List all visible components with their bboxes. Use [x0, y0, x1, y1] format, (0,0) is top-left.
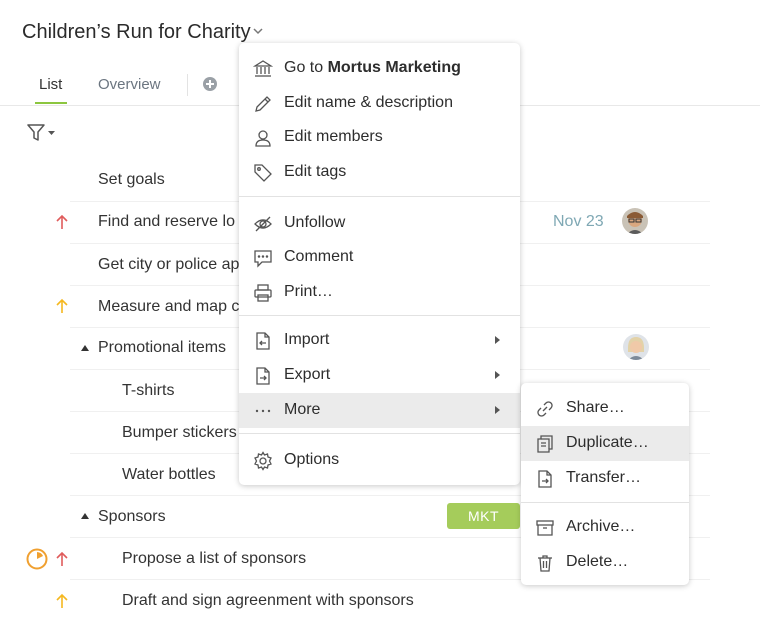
menu-item-archive[interactable]: Archive… [521, 510, 689, 545]
menu-item-edit-tags[interactable]: Edit tags [239, 155, 520, 190]
chevron-down-icon [48, 131, 55, 135]
menu-item-go-to[interactable]: Go to Mortus Marketing [239, 51, 520, 86]
menu-item-label: Duplicate… [566, 434, 649, 451]
pencil-icon [253, 94, 273, 114]
priority-medium-icon[interactable] [56, 298, 68, 314]
comment-icon [253, 248, 273, 268]
menu-item-label: Comment [284, 248, 354, 265]
collapse-triangle-icon[interactable] [81, 513, 89, 519]
task-name[interactable]: T-shirts [122, 382, 174, 400]
task-name[interactable]: Get city or police ap [98, 256, 239, 274]
menu-item-duplicate[interactable]: Duplicate… [521, 426, 689, 461]
tab-overview[interactable]: Overview [98, 76, 161, 93]
menu-item-label: Edit members [284, 128, 383, 145]
tag-icon [253, 163, 273, 183]
menu-divider [239, 196, 520, 197]
menu-item-label: Archive… [566, 518, 636, 535]
import-icon [253, 331, 273, 351]
menu-item-label: Delete… [566, 553, 629, 570]
menu-item-share[interactable]: Share… [521, 391, 689, 426]
tab-divider [187, 74, 188, 96]
menu-item-delete[interactable]: Delete… [521, 545, 689, 580]
menu-item-label: Share… [566, 399, 625, 416]
menu-item-go-to-target: Mortus Marketing [327, 59, 461, 76]
menu-item-print[interactable]: Print… [239, 275, 520, 310]
filter-button[interactable] [27, 124, 59, 142]
printer-icon [253, 283, 273, 303]
menu-item-edit-name[interactable]: Edit name & description [239, 86, 520, 121]
context-menu: Go to Mortus Marketing Edit name & descr… [239, 43, 520, 485]
active-tab-indicator [35, 102, 67, 104]
timer-icon[interactable] [26, 548, 48, 570]
submenu-arrow-icon [495, 336, 500, 344]
export-icon [253, 366, 273, 386]
menu-divider [521, 502, 689, 503]
task-name[interactable]: Water bottles [122, 466, 216, 484]
priority-high-icon[interactable] [56, 214, 68, 230]
menu-item-label: Import [284, 331, 330, 348]
task-name[interactable]: Find and reserve lo [98, 213, 235, 231]
priority-medium-icon[interactable] [56, 593, 68, 609]
menu-item-label: Unfollow [284, 214, 346, 231]
due-date[interactable]: Nov 23 [553, 213, 604, 231]
bank-icon [253, 59, 273, 79]
archive-icon [535, 518, 555, 538]
menu-item-label: Print… [284, 283, 333, 300]
task-name[interactable]: Set goals [98, 171, 165, 189]
avatar[interactable] [623, 334, 649, 360]
menu-item-label: Transfer… [566, 469, 641, 486]
gear-icon [253, 451, 273, 471]
filter-icon [27, 124, 45, 141]
ellipsis-icon [253, 401, 273, 421]
group-name[interactable]: Promotional items [98, 339, 226, 357]
submenu-arrow-icon [495, 406, 500, 414]
link-icon [535, 399, 555, 419]
menu-item-go-to-prefix: Go to [284, 59, 328, 76]
tab-list[interactable]: List [39, 76, 62, 93]
menu-item-export[interactable]: Export [239, 358, 520, 393]
task-name[interactable]: Draft and sign agreenment with sponsors [122, 592, 414, 610]
menu-item-label: Edit tags [284, 163, 347, 180]
trash-icon [535, 553, 555, 573]
chevron-down-icon[interactable] [252, 26, 264, 36]
menu-item-label: Edit name & description [284, 94, 453, 111]
tag-badge[interactable]: MKT [447, 503, 520, 529]
menu-item-label: More [284, 401, 321, 418]
task-name[interactable]: Measure and map c [98, 298, 239, 316]
menu-item-label: Options [284, 451, 340, 468]
eye-off-icon [253, 214, 273, 234]
project-title[interactable]: Children’s Run for Charity [22, 21, 251, 44]
duplicate-icon [535, 434, 555, 454]
submenu-arrow-icon [495, 371, 500, 379]
menu-divider [239, 433, 520, 434]
collapse-triangle-icon[interactable] [81, 345, 89, 351]
more-submenu: Share… Duplicate… Transfer… Archive… Del… [521, 383, 689, 585]
task-name[interactable]: Propose a list of sponsors [122, 550, 306, 568]
priority-high-icon[interactable] [56, 551, 68, 567]
task-name[interactable]: Bumper stickers [122, 424, 237, 442]
menu-item-comment[interactable]: Comment [239, 240, 520, 275]
menu-item-label: Export [284, 366, 331, 383]
menu-item-import[interactable]: Import [239, 323, 520, 358]
user-icon [253, 128, 273, 148]
add-tab-icon[interactable] [203, 77, 217, 91]
transfer-icon [535, 469, 555, 489]
menu-item-unfollow[interactable]: Unfollow [239, 206, 520, 241]
menu-item-options[interactable]: Options [239, 443, 520, 478]
menu-item-edit-members[interactable]: Edit members [239, 120, 520, 155]
menu-item-more[interactable]: More [239, 393, 520, 428]
menu-divider [239, 315, 520, 316]
avatar[interactable] [622, 208, 648, 234]
group-name[interactable]: Sponsors [98, 508, 166, 526]
menu-item-transfer[interactable]: Transfer… [521, 461, 689, 496]
